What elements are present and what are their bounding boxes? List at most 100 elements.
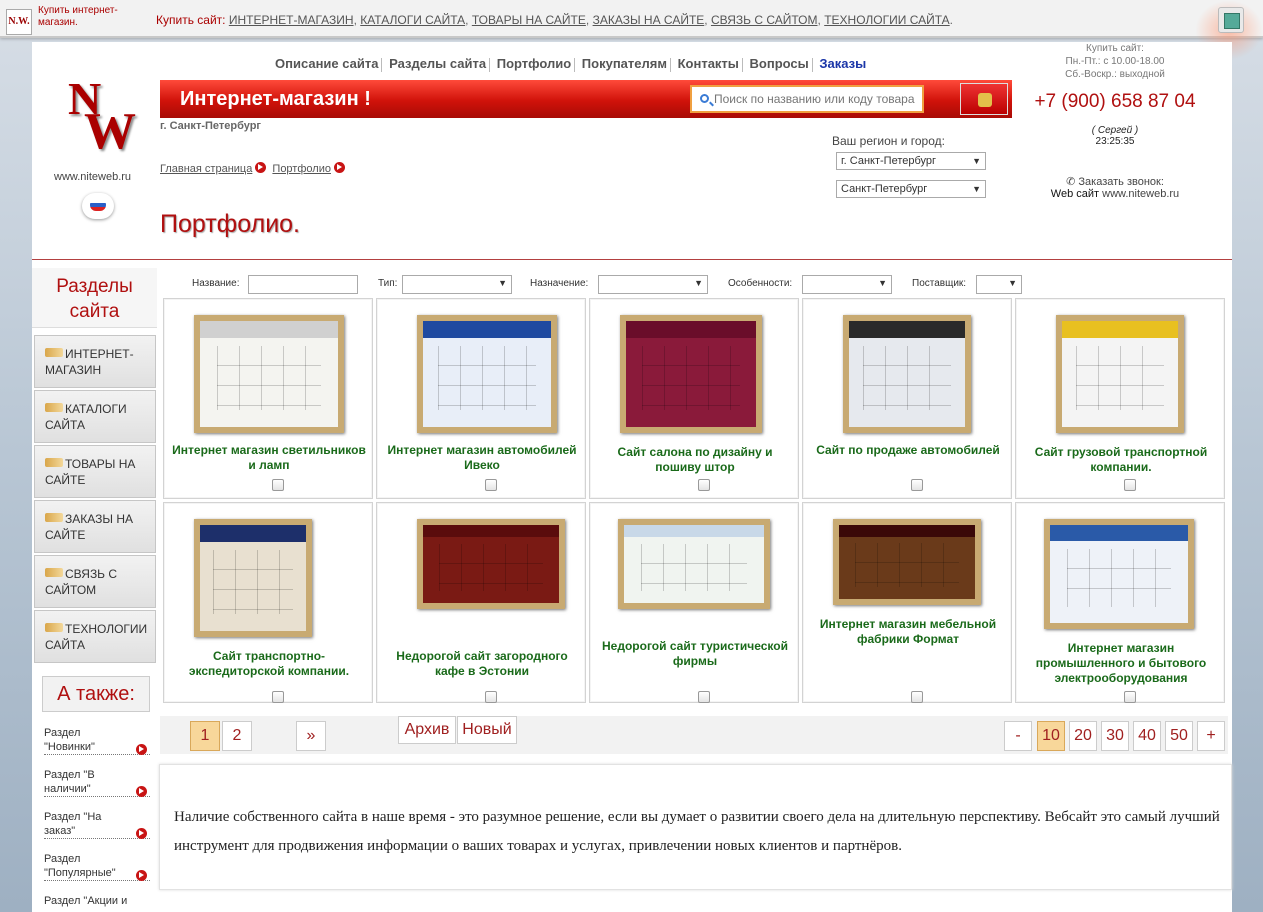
- increase-page-size-button[interactable]: +: [1197, 721, 1225, 751]
- portfolio-item[interactable]: Интернет магазин мебельной фабрики Форма…: [802, 502, 1012, 703]
- portfolio-thumbnail[interactable]: [833, 519, 981, 605]
- portfolio-title[interactable]: Сайт транспортно-экспедиторской компании…: [170, 649, 368, 679]
- exit-icon[interactable]: [1218, 7, 1244, 33]
- compare-checkbox[interactable]: [1124, 691, 1136, 703]
- portfolio-title[interactable]: Интернет магазин мебельной фабрики Форма…: [809, 617, 1007, 647]
- portfolio-title[interactable]: Недорогой сайт туристической фирмы: [596, 639, 794, 669]
- also-item-stock[interactable]: Раздел "В наличии": [44, 768, 150, 797]
- language-flag-icon[interactable]: [82, 193, 114, 219]
- new-button[interactable]: Новый: [457, 716, 517, 744]
- portfolio-title[interactable]: Сайт салона по дизайну и пошиву штор: [596, 445, 794, 475]
- also-item-popular[interactable]: Раздел "Популярные": [44, 852, 150, 881]
- breadcrumb-home[interactable]: Главная страница: [160, 163, 252, 175]
- phone-number[interactable]: +7 (900) 658 87 04: [1022, 91, 1208, 113]
- top-link-shop[interactable]: ИНТЕРНЕТ-МАГАЗИН: [229, 13, 354, 27]
- archive-button[interactable]: Архив: [398, 716, 456, 744]
- page-size-20-button[interactable]: 20: [1069, 721, 1097, 751]
- portfolio-item[interactable]: Сайт грузовой транспортной компании.: [1015, 298, 1225, 499]
- page-1-button[interactable]: 1: [190, 721, 220, 751]
- portfolio-thumbnail[interactable]: [618, 519, 770, 609]
- top-link-catalogs[interactable]: КАТАЛОГИ САЙТА: [360, 13, 465, 27]
- header-city: г. Санкт-Петербург: [160, 120, 262, 132]
- description-text: Наличие собственного сайта в наше время …: [174, 809, 1220, 854]
- decrease-page-size-button[interactable]: -: [1004, 721, 1032, 751]
- portfolio-thumbnail[interactable]: [417, 519, 565, 609]
- search-input[interactable]: [714, 90, 920, 108]
- filter-type-select[interactable]: [402, 275, 512, 294]
- nav-contacts[interactable]: Контакты: [675, 56, 742, 71]
- portfolio-thumbnail[interactable]: [1044, 519, 1194, 629]
- filter-name-input[interactable]: [248, 275, 358, 294]
- portfolio-title[interactable]: Интернет магазин автомобилей Ивеко: [383, 443, 581, 473]
- sidebar-item-shop[interactable]: ИНТЕРНЕТ- МАГАЗИН: [34, 335, 156, 388]
- compare-checkbox[interactable]: [272, 691, 284, 703]
- breadcrumb-portfolio[interactable]: Портфолио: [272, 163, 331, 175]
- compare-checkbox[interactable]: [698, 691, 710, 703]
- portfolio-item[interactable]: Сайт салона по дизайну и пошиву штор: [589, 298, 799, 499]
- portfolio-item[interactable]: Интернет магазин светильников и ламп: [163, 298, 373, 499]
- portfolio-thumbnail[interactable]: [620, 315, 762, 433]
- page-size-40-button[interactable]: 40: [1133, 721, 1161, 751]
- page-2-button[interactable]: 2: [222, 721, 252, 751]
- page-size-50-button[interactable]: 50: [1165, 721, 1193, 751]
- nav-portfolio[interactable]: Портфолио: [494, 56, 574, 71]
- portfolio-thumbnail[interactable]: [417, 315, 557, 433]
- portfolio-item[interactable]: Интернет магазин промышленного и бытовог…: [1015, 502, 1225, 703]
- page-size-10-button[interactable]: 10: [1037, 721, 1065, 751]
- portfolio-item[interactable]: Сайт по продаже автомобилей: [802, 298, 1012, 499]
- top-links-prefix: Купить сайт:: [156, 13, 226, 27]
- search-box[interactable]: [690, 85, 924, 113]
- portfolio-thumbnail[interactable]: [1056, 315, 1184, 433]
- mini-logo[interactable]: N.W.: [6, 9, 32, 35]
- page-size-30-button[interactable]: 30: [1101, 721, 1129, 751]
- compare-checkbox[interactable]: [485, 691, 497, 703]
- portfolio-title[interactable]: Интернет магазин промышленного и бытовог…: [1022, 641, 1220, 686]
- portfolio-item[interactable]: Сайт транспортно-экспедиторской компании…: [163, 502, 373, 703]
- compare-checkbox[interactable]: [911, 691, 923, 703]
- header-banner: Интернет-магазин !: [160, 80, 1012, 118]
- callback-link[interactable]: ✆ Заказать звонок:: [1022, 175, 1208, 188]
- top-link-contact[interactable]: СВЯЗЬ С САЙТОМ: [711, 13, 818, 27]
- filter-supplier-select[interactable]: [976, 275, 1022, 294]
- nav-about[interactable]: Описание сайта: [272, 56, 381, 71]
- portfolio-thumbnail[interactable]: [194, 519, 312, 637]
- sidebar-item-orders[interactable]: ЗАКАЗЫ НА САЙТЕ: [34, 500, 156, 553]
- portfolio-item[interactable]: Недорогой сайт туристической фирмы: [589, 502, 799, 703]
- sidebar-item-goods[interactable]: ТОВАРЫ НА САЙТЕ: [34, 445, 156, 498]
- top-link-tech[interactable]: ТЕХНОЛОГИИ САЙТА: [824, 13, 949, 27]
- portfolio-title[interactable]: Сайт грузовой транспортной компании.: [1022, 445, 1220, 475]
- nav-orders[interactable]: Заказы: [816, 56, 869, 71]
- description-box: Наличие собственного сайта в наше время …: [159, 764, 1232, 890]
- filter-features-select[interactable]: [802, 275, 892, 294]
- sidebar-item-contact[interactable]: СВЯЗЬ С САЙТОМ: [34, 555, 156, 608]
- portfolio-title[interactable]: Сайт по продаже автомобилей: [809, 443, 1007, 458]
- sidebar-item-tech[interactable]: ТЕХНОЛОГИИ САЙТА: [34, 610, 156, 663]
- portfolio-title[interactable]: Недорогой сайт загородного кафе в Эстони…: [383, 649, 581, 679]
- mini-logo-text[interactable]: Купить интернет-магазин.: [38, 5, 148, 29]
- region-select[interactable]: г. Санкт-Петербург: [836, 152, 986, 170]
- also-item-sales[interactable]: Раздел "Акции и: [44, 894, 150, 908]
- compare-checkbox[interactable]: [911, 479, 923, 491]
- sidebar-item-catalogs[interactable]: КАТАЛОГИ САЙТА: [34, 390, 156, 443]
- compare-checkbox[interactable]: [272, 479, 284, 491]
- portfolio-item[interactable]: Интернет магазин автомобилей Ивеко: [376, 298, 586, 499]
- nav-customers[interactable]: Покупателям: [579, 56, 670, 71]
- cart-icon: [45, 513, 63, 522]
- nav-faq[interactable]: Вопросы: [747, 56, 812, 71]
- next-page-button[interactable]: »: [296, 721, 326, 751]
- portfolio-thumbnail[interactable]: [843, 315, 971, 433]
- portfolio-thumbnail[interactable]: [194, 315, 344, 433]
- compare-checkbox[interactable]: [698, 479, 710, 491]
- compare-checkbox[interactable]: [1124, 479, 1136, 491]
- filter-purpose-select[interactable]: [598, 275, 708, 294]
- also-item-order[interactable]: Раздел "На заказ": [44, 810, 150, 839]
- nav-sections[interactable]: Разделы сайта: [386, 56, 489, 71]
- also-item-new[interactable]: Раздел "Новинки": [44, 726, 150, 755]
- portfolio-title[interactable]: Интернет магазин светильников и ламп: [170, 443, 368, 473]
- compare-checkbox[interactable]: [485, 479, 497, 491]
- top-link-orders[interactable]: ЗАКАЗЫ НА САЙТЕ: [593, 13, 705, 27]
- portfolio-item[interactable]: Недорогой сайт загородного кафе в Эстони…: [376, 502, 586, 703]
- city-select[interactable]: Санкт-Петербург: [836, 180, 986, 198]
- site-logo[interactable]: N W: [68, 72, 136, 160]
- top-link-goods[interactable]: ТОВАРЫ НА САЙТЕ: [472, 13, 586, 27]
